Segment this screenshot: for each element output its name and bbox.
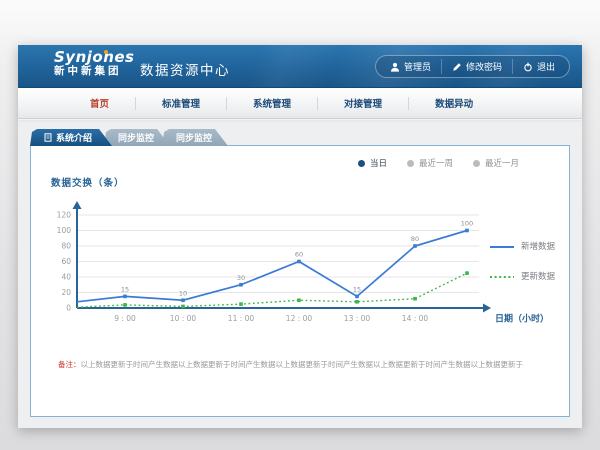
edit-icon <box>452 62 462 72</box>
document-icon <box>44 133 52 142</box>
svg-text:20: 20 <box>61 288 71 297</box>
svg-text:10: 10 <box>179 289 187 297</box>
range-option-last-week[interactable]: 最近一周 <box>407 157 453 169</box>
logo-text-cn: 新中新集团 <box>54 66 135 78</box>
range-option-today[interactable]: 当日 <box>358 157 387 169</box>
range-label: 当日 <box>370 157 387 169</box>
legend-sample <box>489 266 515 285</box>
time-range-options: 当日 最近一周 最近一月 <box>358 157 519 169</box>
svg-text:30: 30 <box>237 274 245 282</box>
legend-item-new-data[interactable]: 新增数据 <box>489 236 555 255</box>
range-option-last-month[interactable]: 最近一月 <box>473 157 519 169</box>
legend-label: 新增数据 <box>521 240 555 252</box>
content-area: 系统介绍 同步监控 同步监控 当日 最近一周 <box>18 120 582 428</box>
user-label: 管理员 <box>404 60 431 73</box>
svg-text:60: 60 <box>295 251 303 259</box>
svg-text:60: 60 <box>61 257 71 266</box>
main-nav: 首页 标准管理 系统管理 对接管理 数据异动 <box>18 88 582 119</box>
svg-text:100: 100 <box>57 226 72 235</box>
change-password-label: 修改密码 <box>466 60 502 73</box>
svg-text:10 : 00: 10 : 00 <box>170 314 197 323</box>
legend-item-updated-data[interactable]: 更新数据 <box>489 266 555 285</box>
footer-note-prefix: 备注： <box>58 360 81 369</box>
radio-dot-icon <box>407 160 414 167</box>
svg-text:120: 120 <box>57 211 72 220</box>
svg-text:40: 40 <box>61 273 71 282</box>
y-axis-title: 数据交换（条） <box>51 175 125 189</box>
app-window: Synjones 新中新集团 数据资源中心 管理员 修改密码 <box>18 45 582 428</box>
tab-sync-monitor-1[interactable]: 同步监控 <box>104 129 170 146</box>
app-header: Synjones 新中新集团 数据资源中心 管理员 修改密码 <box>18 45 582 88</box>
svg-text:80: 80 <box>61 242 71 251</box>
range-label: 最近一周 <box>419 157 453 169</box>
range-label: 最近一月 <box>485 157 519 169</box>
svg-text:9 : 00: 9 : 00 <box>114 314 136 323</box>
page-title: 数据资源中心 <box>140 59 230 79</box>
logo: Synjones 新中新集团 <box>54 49 135 77</box>
tab-system-intro[interactable]: 系统介绍 <box>30 129 112 146</box>
nav-item-integration-mgmt[interactable]: 对接管理 <box>318 96 408 110</box>
logo-orange-dot-icon <box>104 50 108 54</box>
svg-text:13 : 00: 13 : 00 <box>344 314 371 323</box>
power-icon <box>523 62 533 72</box>
nav-item-standard-mgmt[interactable]: 标准管理 <box>136 96 226 110</box>
nav-item-data-change[interactable]: 数据异动 <box>409 96 499 110</box>
legend-label: 更新数据 <box>521 270 555 282</box>
tab-label: 同步监控 <box>118 131 154 144</box>
nav-item-system-mgmt[interactable]: 系统管理 <box>227 96 317 110</box>
footer-note: 备注：以上数据更新于时间产生数据以上数据更新于时间产生数据以上数据更新于时间产生… <box>58 359 561 370</box>
radio-dot-icon <box>473 160 480 167</box>
radio-dot-icon <box>358 160 365 167</box>
admin-user-button[interactable]: 管理员 <box>380 59 441 74</box>
svg-text:12 : 00: 12 : 00 <box>286 314 313 323</box>
svg-text:15: 15 <box>121 285 129 293</box>
tab-label: 系统介绍 <box>56 131 92 144</box>
logout-label: 退出 <box>537 60 555 73</box>
svg-text:日期（小时）: 日期（小时） <box>495 313 549 325</box>
tab-bar: 系统介绍 同步监控 同步监控 <box>30 129 220 146</box>
svg-text:100: 100 <box>461 220 473 228</box>
svg-text:15: 15 <box>353 285 361 293</box>
user-icon <box>390 62 400 72</box>
svg-text:14 : 00: 14 : 00 <box>402 314 429 323</box>
logo-text-en: Synjones <box>54 49 135 66</box>
footer-note-text: 以上数据更新于时间产生数据以上数据更新于时间产生数据以上数据更新于时间产生数据以… <box>81 360 524 369</box>
tab-sync-monitor-2[interactable]: 同步监控 <box>162 129 228 146</box>
logout-button[interactable]: 退出 <box>512 59 565 74</box>
user-menu: 管理员 修改密码 退出 <box>375 55 570 78</box>
svg-text:0: 0 <box>66 304 71 313</box>
change-password-button[interactable]: 修改密码 <box>441 59 512 74</box>
svg-text:80: 80 <box>411 235 419 243</box>
nav-item-home[interactable]: 首页 <box>64 96 135 110</box>
chart-panel: 当日 最近一周 最近一月 数据交换（条） 0 20 40 60 80 100 120 9 : … <box>30 145 570 417</box>
tab-label: 同步监控 <box>176 131 212 144</box>
svg-text:11 : 00: 11 : 00 <box>228 314 255 323</box>
legend-sample <box>489 236 515 255</box>
chart-legend: 新增数据 更新数据 <box>489 236 555 285</box>
line-chart: 0 20 40 60 80 100 120 9 : 00 10 : 00 11 : 00 12 : … <box>39 190 559 330</box>
